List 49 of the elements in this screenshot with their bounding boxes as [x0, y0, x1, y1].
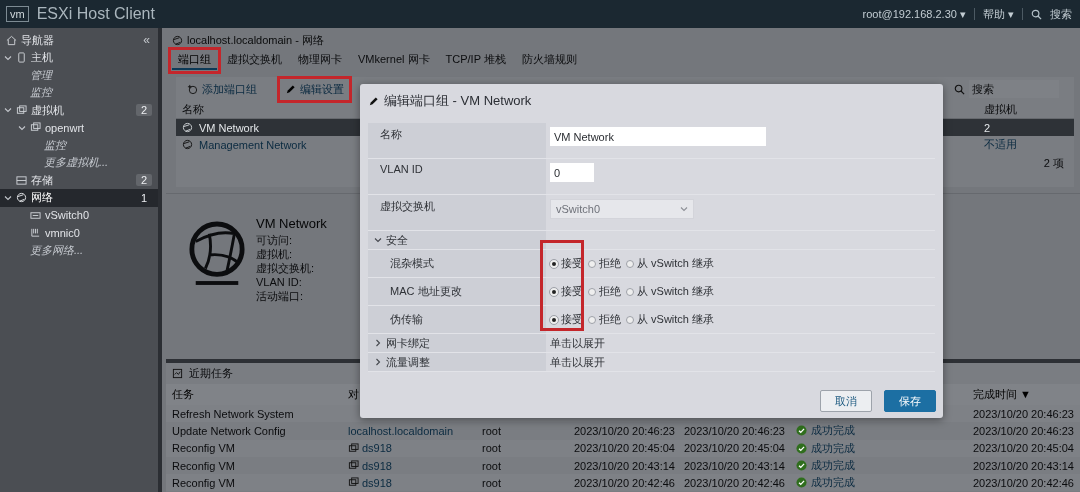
- table-cell: 2023/10/20 20:43:14: [684, 459, 785, 472]
- port-group-name: VM Network: [256, 216, 327, 231]
- detail-label: 虚拟交换机:: [256, 261, 316, 275]
- table-cell: root: [482, 476, 501, 489]
- table-cell: root: [482, 442, 501, 455]
- column-header: 任务: [172, 388, 194, 400]
- table-cell: 2023/10/20 20:46:23: [684, 424, 785, 437]
- field-label: 名称: [380, 127, 402, 142]
- field-label: MAC 地址更改: [390, 284, 462, 299]
- detail-label: 可访问:: [256, 233, 294, 247]
- panel-title: 近期任务: [189, 366, 233, 381]
- detail-label: 虚拟机:: [256, 247, 294, 261]
- field-label: 虚拟交换机: [380, 199, 435, 214]
- table-cell: 2023/10/20 20:42:46: [684, 476, 785, 489]
- navigator-title: 导航器: [21, 32, 54, 48]
- detail-label: 活动端口:: [256, 289, 305, 303]
- table-cell: 2023/10/20 20:42:46: [973, 476, 1074, 489]
- column-header: 完成时间 ▼: [973, 388, 1031, 400]
- table-cell: Refresh Network System: [172, 407, 294, 420]
- table-cell: Reconfig VM: [172, 459, 235, 472]
- table-cell: Update Network Config: [172, 424, 286, 437]
- table-cell: Reconfig VM: [172, 442, 235, 455]
- table-cell: root: [482, 424, 501, 437]
- table-cell: 2023/10/20 20:42:46: [574, 476, 675, 489]
- count-label: 1: [139, 191, 148, 204]
- column-header: 虚拟机: [984, 102, 1018, 117]
- table-cell: Reconfig VM: [172, 476, 235, 489]
- table-cell: 2023/10/20 20:45:04: [684, 442, 785, 455]
- count-label: 2: [135, 174, 152, 187]
- table-cell: 2023/10/20 20:46:23: [973, 407, 1074, 420]
- column-header: 名称: [182, 102, 204, 117]
- count-label: 2: [135, 104, 152, 117]
- table-cell: 2023/10/20 20:43:14: [574, 459, 675, 472]
- column-header: 对: [348, 387, 359, 402]
- table-cell: 2023/10/20 20:43:14: [973, 459, 1074, 472]
- table-cell: 2023/10/20 20:46:23: [574, 424, 675, 437]
- item-count: 2 项: [1043, 156, 1064, 171]
- detail-label: VLAN ID:: [256, 275, 303, 289]
- dialog-title: 编辑端口组 - VM Network: [384, 92, 532, 110]
- field-label: 伪传输: [390, 312, 423, 327]
- page-title: localhost.localdomain - 网络: [187, 32, 324, 48]
- app-title: ESXi Host Client: [36, 5, 155, 23]
- vm-logo: vm: [6, 6, 29, 22]
- table-cell: root: [482, 459, 501, 472]
- table-cell: 2023/10/20 20:46:23: [973, 424, 1074, 437]
- table-cell: 2023/10/20 20:45:04: [973, 442, 1074, 455]
- field-label: 混杂模式: [390, 256, 434, 271]
- table-cell: 2023/10/20 20:45:04: [574, 442, 675, 455]
- field-label: VLAN ID: [380, 163, 423, 175]
